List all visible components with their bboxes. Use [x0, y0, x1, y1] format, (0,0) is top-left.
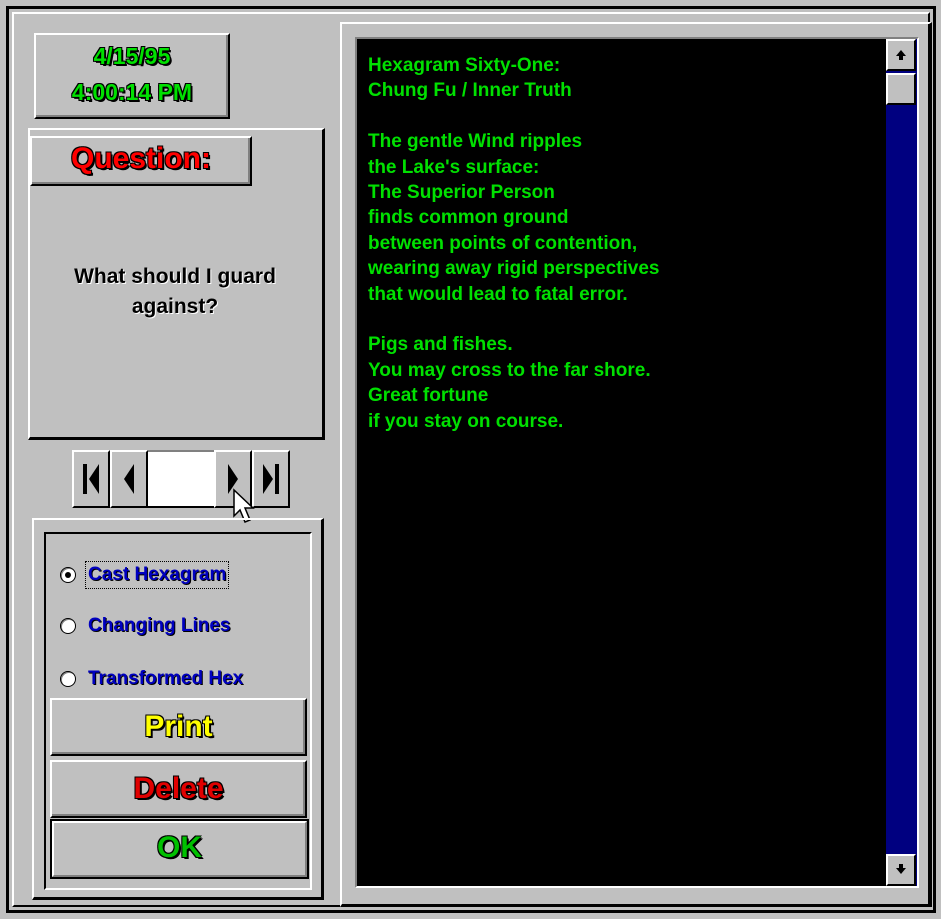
reading-line: finds common ground — [368, 207, 569, 229]
reading-line: The Superior Person — [368, 182, 555, 204]
date-text: 4/15/95 — [93, 43, 171, 69]
record-position-field[interactable] — [148, 450, 214, 508]
cast-hexagram-radio[interactable] — [60, 567, 76, 583]
option-changing-lines[interactable]: Changing Lines — [60, 613, 290, 641]
reading-textbox[interactable]: Hexagram Sixty-One: Chung Fu / Inner Trut… — [355, 37, 919, 888]
ok-button[interactable]: OK — [50, 819, 309, 879]
datetime-display: 4/15/95 4:00:14 PM — [34, 33, 230, 119]
print-button-label: Print — [144, 710, 213, 743]
cast-hexagram-label: Cast Hexagram — [84, 561, 230, 589]
time-text: 4:00:14 PM — [71, 79, 193, 105]
changing-lines-radio[interactable] — [60, 618, 76, 634]
previous-record-icon — [124, 464, 134, 494]
question-text: What should I guard against? — [74, 265, 276, 318]
reading-line: Chung Fu / Inner Truth — [368, 80, 572, 102]
print-button[interactable]: Print — [50, 698, 307, 756]
reading-line — [368, 307, 878, 332]
reading-line: The gentle Wind ripples — [368, 131, 583, 153]
scroll-up-arrow-icon — [896, 50, 906, 60]
transformed-hex-radio[interactable] — [60, 671, 76, 687]
option-transformed-hex[interactable]: Transformed Hex — [60, 666, 290, 694]
question-header: Question: — [30, 136, 252, 186]
changing-lines-label: Changing Lines — [88, 615, 231, 636]
vertical-scrollbar[interactable] — [886, 39, 917, 886]
question-header-label: Question: — [71, 142, 211, 175]
option-cast-hexagram[interactable]: Cast Hexagram — [60, 561, 290, 590]
scroll-thumb[interactable] — [886, 73, 916, 105]
reading-line: the Lake's surface: — [368, 156, 540, 178]
reading-text: Hexagram Sixty-One: Chung Fu / Inner Trut… — [368, 53, 878, 434]
reading-line: Great fortune — [368, 385, 489, 407]
delete-button-label: Delete — [133, 772, 224, 805]
scroll-up-button[interactable] — [886, 39, 916, 71]
reading-line: that would lead to fatal error. — [368, 283, 628, 305]
scroll-down-button[interactable] — [886, 854, 916, 886]
reading-line: between points of contention, — [368, 232, 638, 254]
reading-line: You may cross to the far shore. — [368, 359, 651, 381]
reading-line: Hexagram Sixty-One: — [368, 55, 561, 76]
reading-line — [368, 104, 878, 129]
reading-line: Pigs and fishes. — [368, 334, 513, 356]
reading-line: wearing away rigid perspectives — [368, 258, 660, 280]
scroll-down-arrow-icon — [896, 864, 906, 874]
radio-selected-dot — [65, 572, 71, 578]
transformed-hex-label: Transformed Hex — [88, 668, 244, 689]
previous-record-button[interactable] — [110, 450, 148, 508]
ok-button-label: OK — [157, 831, 202, 864]
first-record-button[interactable] — [72, 450, 110, 508]
delete-button[interactable]: Delete — [50, 760, 307, 818]
reading-line: if you stay on course. — [368, 410, 564, 432]
first-record-icon — [83, 464, 99, 494]
